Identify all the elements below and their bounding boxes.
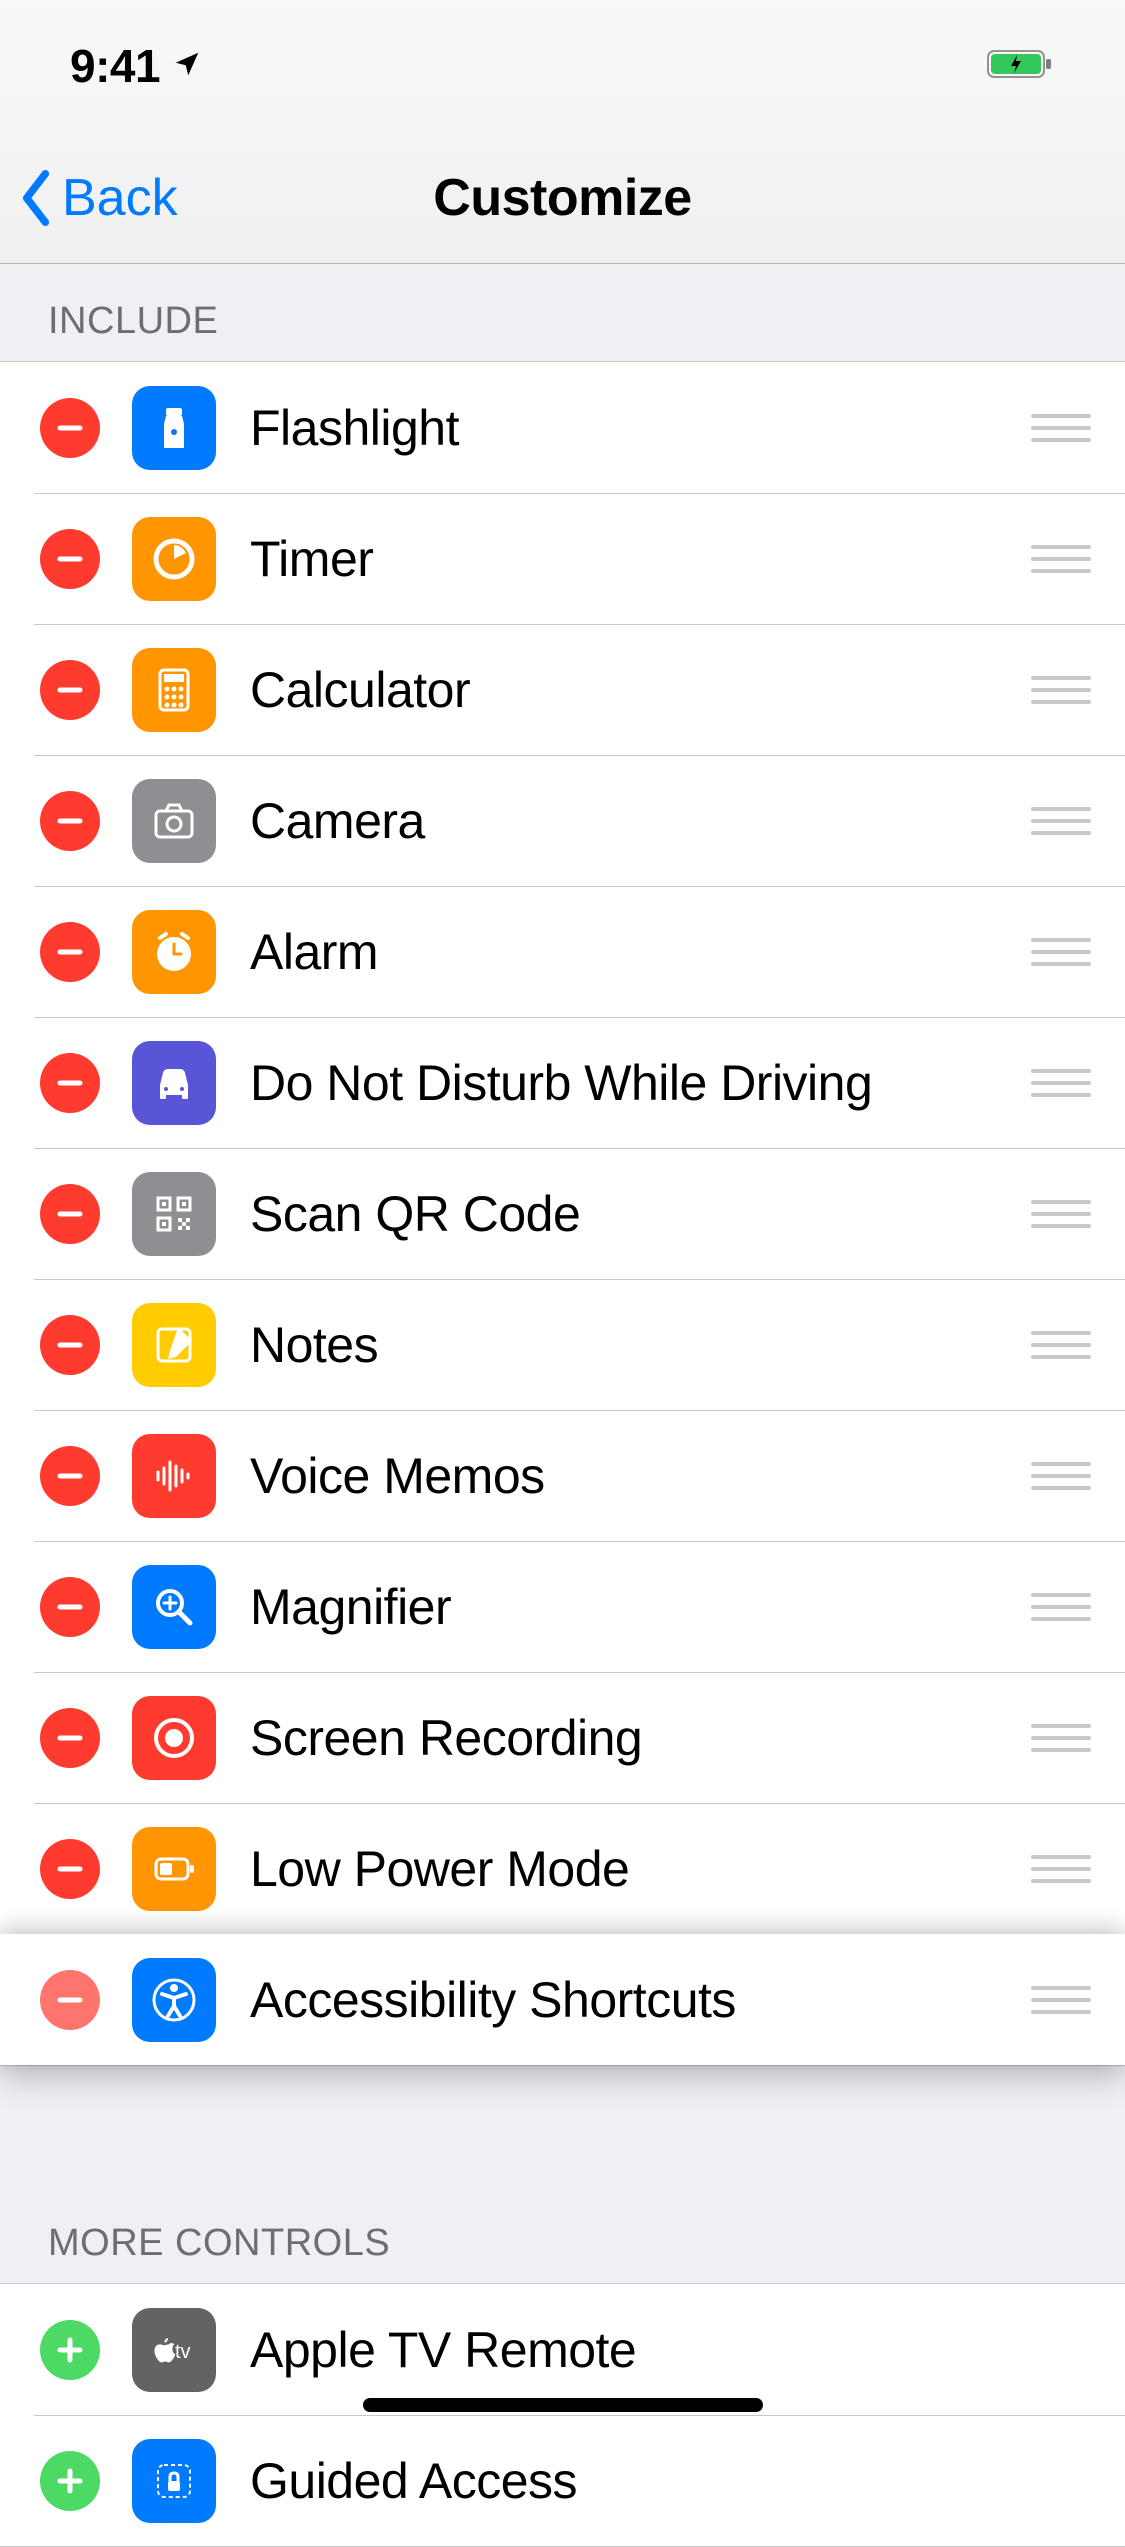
home-indicator[interactable]: [363, 2398, 763, 2412]
control-label: Scan QR Code: [250, 1185, 1031, 1243]
control-label: Magnifier: [250, 1578, 1031, 1636]
status-left: 9:41: [70, 39, 202, 93]
section-header-include: INCLUDE: [0, 264, 1125, 361]
timer-icon: [132, 517, 216, 601]
remove-button[interactable]: [40, 529, 100, 589]
battery-charging-icon: [987, 47, 1055, 86]
control-row: Voice Memos: [0, 1410, 1125, 1541]
appletv-icon: [132, 2308, 216, 2392]
notes-icon: [132, 1303, 216, 1387]
magnifier-icon: [132, 1565, 216, 1649]
remove-button[interactable]: [40, 1970, 100, 2030]
remove-button[interactable]: [40, 1053, 100, 1113]
drag-handle-icon[interactable]: [1031, 807, 1091, 835]
control-label: Screen Recording: [250, 1709, 1031, 1767]
qr-icon: [132, 1172, 216, 1256]
drag-handle-icon[interactable]: [1031, 938, 1091, 966]
control-row: Accessibility Shortcuts: [0, 1934, 1125, 2065]
control-label: Alarm: [250, 923, 1031, 981]
chevron-left-icon: [18, 170, 54, 226]
remove-button[interactable]: [40, 1577, 100, 1637]
control-row: Camera: [0, 755, 1125, 886]
battery-icon: [132, 1827, 216, 1911]
add-button[interactable]: [40, 2320, 100, 2380]
control-label: Notes: [250, 1316, 1031, 1374]
control-label: Do Not Disturb While Driving: [250, 1054, 1031, 1112]
control-row: Screen Recording: [0, 1672, 1125, 1803]
drag-handle-icon[interactable]: [1031, 414, 1091, 442]
drag-handle-icon[interactable]: [1031, 1986, 1091, 2014]
remove-button[interactable]: [40, 1839, 100, 1899]
control-label: Accessibility Shortcuts: [250, 1971, 1031, 2029]
nav-bar: Back Customize: [0, 132, 1125, 264]
drag-handle-icon[interactable]: [1031, 1855, 1091, 1883]
control-row: Apple TV Remote: [0, 2284, 1125, 2415]
control-label: Guided Access: [250, 2452, 1101, 2510]
voicememo-icon: [132, 1434, 216, 1518]
status-time: 9:41: [70, 39, 160, 93]
status-bar: 9:41: [0, 0, 1125, 132]
drag-handle-icon[interactable]: [1031, 1462, 1091, 1490]
drag-handle-icon[interactable]: [1031, 676, 1091, 704]
accessibility-icon: [132, 1958, 216, 2042]
section-gap: [0, 2066, 1125, 2186]
record-icon: [132, 1696, 216, 1780]
control-row: Calculator: [0, 624, 1125, 755]
car-icon: [132, 1041, 216, 1125]
remove-button[interactable]: [40, 922, 100, 982]
remove-button[interactable]: [40, 1315, 100, 1375]
control-label: Flashlight: [250, 399, 1031, 457]
more-list: Apple TV Remote Guided Access: [0, 2283, 1125, 2547]
control-label: Calculator: [250, 661, 1031, 719]
control-row: Notes: [0, 1279, 1125, 1410]
drag-handle-icon[interactable]: [1031, 1724, 1091, 1752]
calculator-icon: [132, 648, 216, 732]
drag-handle-icon[interactable]: [1031, 1200, 1091, 1228]
control-row: Alarm: [0, 886, 1125, 1017]
include-list: Flashlight Timer Calculator Camera Alarm Do N…: [0, 361, 1125, 2066]
remove-button[interactable]: [40, 1446, 100, 1506]
remove-button[interactable]: [40, 1708, 100, 1768]
drag-handle-icon[interactable]: [1031, 1331, 1091, 1359]
control-row: Timer: [0, 493, 1125, 624]
control-label: Low Power Mode: [250, 1840, 1031, 1898]
alarm-icon: [132, 910, 216, 994]
control-row: Guided Access: [0, 2415, 1125, 2546]
remove-button[interactable]: [40, 791, 100, 851]
back-label: Back: [62, 168, 178, 228]
control-label: Timer: [250, 530, 1031, 588]
control-label: Voice Memos: [250, 1447, 1031, 1505]
control-row: Magnifier: [0, 1541, 1125, 1672]
drag-handle-icon[interactable]: [1031, 1069, 1091, 1097]
section-header-more: MORE CONTROLS: [0, 2186, 1125, 2283]
remove-button[interactable]: [40, 398, 100, 458]
control-label: Apple TV Remote: [250, 2321, 1101, 2379]
remove-button[interactable]: [40, 660, 100, 720]
control-label: Camera: [250, 792, 1031, 850]
drag-handle-icon[interactable]: [1031, 1593, 1091, 1621]
flashlight-icon: [132, 386, 216, 470]
remove-button[interactable]: [40, 1184, 100, 1244]
guided-icon: [132, 2439, 216, 2523]
camera-icon: [132, 779, 216, 863]
control-row: Flashlight: [0, 362, 1125, 493]
add-button[interactable]: [40, 2451, 100, 2511]
control-row: Do Not Disturb While Driving: [0, 1017, 1125, 1148]
control-row: Low Power Mode: [0, 1803, 1125, 1934]
location-icon: [172, 49, 202, 84]
control-row: Scan QR Code: [0, 1148, 1125, 1279]
back-button[interactable]: Back: [18, 168, 178, 228]
drag-handle-icon[interactable]: [1031, 545, 1091, 573]
